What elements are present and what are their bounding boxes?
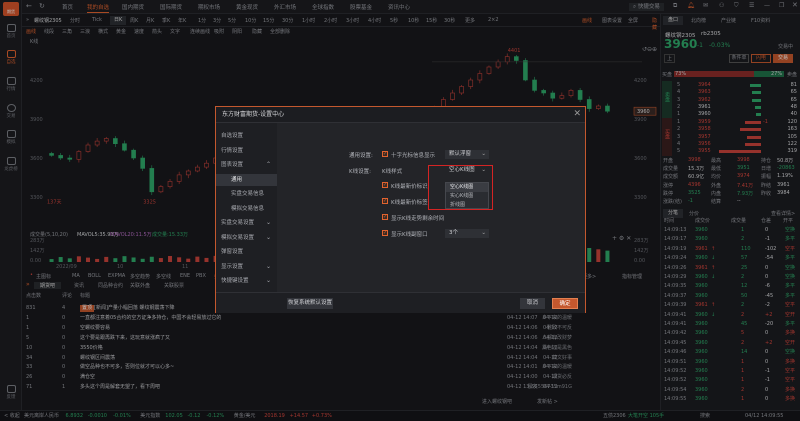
settings-nav-label: 弹窗设置 xyxy=(221,249,244,255)
option-label: 显示K线副窗口 xyxy=(391,232,428,238)
settings-nav-label: 实盘交易信息 xyxy=(231,191,265,197)
settings-nav-label: 通用 xyxy=(231,176,243,183)
chevron-down-icon: ⌄ xyxy=(481,151,486,157)
settings-nav-item-1[interactable]: 行情设置 xyxy=(216,145,277,157)
chevron-down-icon: ⌄ xyxy=(481,230,486,236)
sub-window-checkbox[interactable]: ✓ xyxy=(382,230,388,236)
latest-price-marker-checkbox[interactable]: ✓ xyxy=(382,182,388,188)
chevron-down-icon: ⌄ xyxy=(265,262,271,270)
settings-nav-item-7[interactable]: 模拟交易设置 ⌄ xyxy=(216,232,277,244)
crosshair-label: 十字光标信息显示 xyxy=(391,153,436,159)
dialog-footer: 恢复系统默认设置 取消 确定 xyxy=(216,292,585,313)
kline-settings-label: K线设置: xyxy=(349,169,371,175)
sub-window-count-select[interactable]: 3个 ⌄ xyxy=(445,229,489,238)
settings-nav-item-6[interactable]: 实盘交易设置 ⌄ xyxy=(216,217,277,229)
cancel-button[interactable]: 取消 xyxy=(520,298,545,309)
crosshair-select-value: 默认浮窗 xyxy=(449,151,472,157)
crosshair-select[interactable]: 默认浮窗 ⌄ xyxy=(445,150,489,159)
settings-nav-label: 快捷键设置 xyxy=(221,278,249,284)
chevron-down-icon: ⌄ xyxy=(265,219,271,226)
restore-defaults-button[interactable]: 恢复系统默认设置 xyxy=(287,298,333,309)
settings-nav-item-8[interactable]: 弹窗设置 xyxy=(216,246,277,258)
settings-nav-item-9[interactable]: 显示设置 ⌄ xyxy=(216,261,277,273)
option-label: K线最新价标识 xyxy=(391,184,428,190)
chevron-down-icon: ⌄ xyxy=(265,277,271,284)
settings-nav-label: 图表设置 xyxy=(221,162,244,168)
dialog-close-icon[interactable]: ✕ xyxy=(573,110,581,119)
settings-nav-item-10[interactable]: 快捷键设置 ⌄ xyxy=(216,275,277,287)
settings-nav-item-3[interactable]: 通用 xyxy=(216,173,277,186)
dialog-title: 东方财富期货-设置中心 xyxy=(216,107,585,123)
sub-window-count-value: 3个 xyxy=(449,230,458,236)
settings-nav: 自选设置 行情设置 图表设置 ⌃ 通用 实盘交易信息 模拟交易信息 实盘交易设置 ⌄ 模拟交易设置… xyxy=(216,123,277,299)
option-label: 显示K线走势剩余时间 xyxy=(391,216,445,222)
settings-nav-label: 行情设置 xyxy=(221,147,244,154)
ok-button[interactable]: 确定 xyxy=(552,298,578,309)
kline-style-label: K线样式 xyxy=(382,169,403,175)
latest-price-tag-checkbox[interactable]: ✓ xyxy=(382,198,388,204)
settings-dialog: 东方财富期货-设置中心 ✕ 自选设置行情设置图表设置 ⌃ 通用实盘交易信息 模拟交易信… xyxy=(215,106,586,313)
settings-nav-label: 自选设置 xyxy=(221,133,244,139)
settings-nav-item-5[interactable]: 模拟交易信息 xyxy=(216,203,277,215)
chevron-down-icon: ⌄ xyxy=(265,233,271,241)
settings-nav-item-2[interactable]: 图表设置 ⌃ xyxy=(216,159,277,171)
settings-nav-item-0[interactable]: 自选设置 xyxy=(216,130,277,142)
settings-nav-label: 模拟交易信息 xyxy=(231,205,265,212)
chevron-up-icon: ⌃ xyxy=(265,161,271,168)
highlight-box xyxy=(428,165,493,210)
remaining-time-checkbox[interactable]: ✓ xyxy=(382,214,388,220)
settings-nav-label: 模拟交易设置 xyxy=(221,234,255,241)
general-settings-label: 通用设置: xyxy=(349,153,373,159)
crosshair-checkbox[interactable]: ✓ xyxy=(382,151,388,157)
option-label: K线最新价标签 xyxy=(391,200,428,206)
settings-nav-label: 显示设置 xyxy=(221,263,244,270)
settings-nav-label: 实盘交易设置 xyxy=(221,220,255,226)
settings-nav-item-4[interactable]: 实盘交易信息 xyxy=(216,188,277,200)
